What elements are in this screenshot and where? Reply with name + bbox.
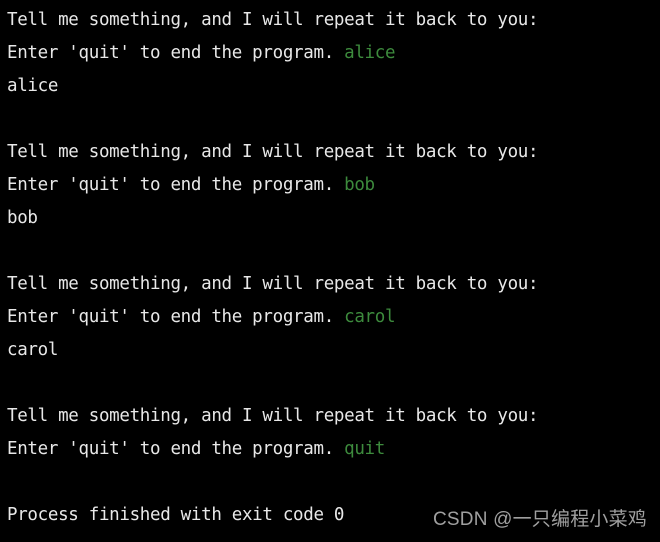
console-prompt-line: Tell me something, and I will repeat it …	[7, 136, 657, 169]
console-echo-line: carol	[7, 334, 657, 367]
prompt-text: Tell me something, and I will repeat it …	[7, 274, 539, 294]
console-prompt-with-input-line: Enter 'quit' to end the program. carol	[7, 301, 657, 334]
user-input-text: bob	[344, 175, 375, 195]
console-prompt-with-input-line: Enter 'quit' to end the program. bob	[7, 169, 657, 202]
prompt-text: Enter 'quit' to end the program.	[7, 175, 345, 195]
prompt-text: Enter 'quit' to end the program.	[7, 439, 345, 459]
exit-status-text: Process finished with exit code 0	[7, 505, 345, 525]
user-input-text: quit	[344, 439, 385, 459]
console-output-panel[interactable]: Tell me something, and I will repeat it …	[0, 0, 660, 542]
echo-text: bob	[7, 208, 38, 228]
console-prompt-line: Tell me something, and I will repeat it …	[7, 400, 657, 433]
console-prompt-with-input-line: Enter 'quit' to end the program. quit	[7, 433, 657, 466]
prompt-text: Tell me something, and I will repeat it …	[7, 142, 539, 162]
user-input-text: alice	[344, 43, 396, 63]
prompt-text: Tell me something, and I will repeat it …	[7, 406, 539, 426]
prompt-text: Enter 'quit' to end the program.	[7, 307, 345, 327]
console-echo-line: bob	[7, 202, 657, 235]
echo-text: alice	[7, 76, 59, 96]
user-input-text: carol	[344, 307, 396, 327]
console-prompt-with-input-line: Enter 'quit' to end the program. alice	[7, 37, 657, 70]
process-exit-status-line: Process finished with exit code 0	[7, 499, 657, 532]
echo-text: carol	[7, 340, 59, 360]
console-text-area[interactable]: Tell me something, and I will repeat it …	[7, 4, 657, 532]
console-echo-line: alice	[7, 70, 657, 103]
prompt-text: Enter 'quit' to end the program.	[7, 43, 345, 63]
prompt-text: Tell me something, and I will repeat it …	[7, 10, 539, 30]
console-prompt-line: Tell me something, and I will repeat it …	[7, 4, 657, 37]
console-prompt-line: Tell me something, and I will repeat it …	[7, 268, 657, 301]
